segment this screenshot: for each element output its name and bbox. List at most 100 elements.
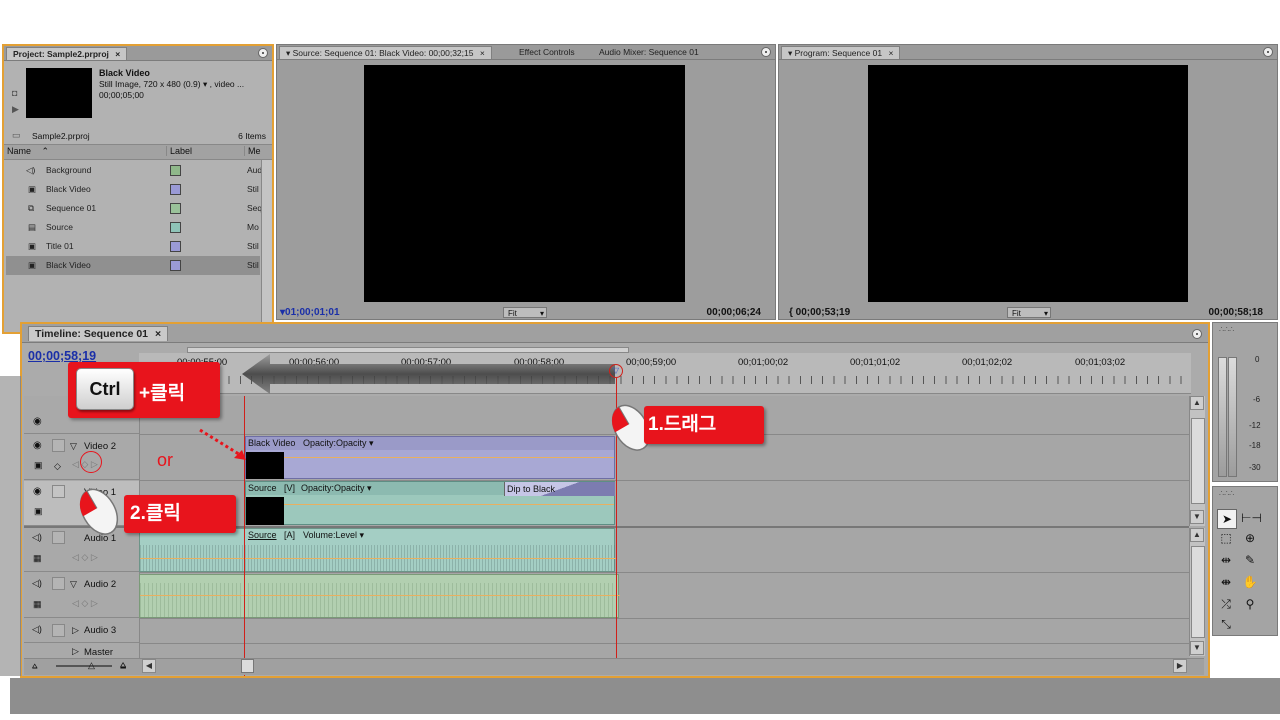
clip-black-video[interactable]: Black Video Opacity:Opacity ▾: [245, 436, 615, 479]
video-scrollbar[interactable]: ▲ ▼: [1189, 396, 1205, 526]
opacity-line[interactable]: [284, 457, 614, 458]
effect-select[interactable]: Opacity:Opacity ▾: [303, 438, 374, 449]
movie-icon: ▤: [28, 222, 37, 232]
zoom-slider-thumb[interactable]: △: [88, 660, 95, 671]
chevron-down-icon[interactable]: ▾: [203, 79, 210, 89]
list-item-selected[interactable]: ▣ Black Video Stil: [6, 256, 260, 275]
rolling-edit-tool-icon[interactable]: ⊕: [1241, 529, 1259, 547]
project-scrollbar[interactable]: [261, 160, 272, 330]
tab-audio-mixer[interactable]: Audio Mixer: Sequence 01: [593, 46, 705, 58]
chevron-down-icon[interactable]: ▾: [788, 48, 795, 58]
scroll-down-button[interactable]: ▼: [1190, 641, 1204, 655]
track-select-tool-icon[interactable]: ⊢⊣: [1241, 509, 1262, 527]
hand-tool-icon[interactable]: ✋: [1241, 573, 1259, 591]
list-item[interactable]: ▣ Title 01 Stil: [6, 237, 260, 256]
zoom-in-icon[interactable]: ⩠: [120, 660, 126, 671]
tab-project[interactable]: Project: Sample2.prproj ×: [6, 47, 128, 60]
item-name: Title 01: [46, 241, 74, 251]
waveform-icon[interactable]: ▦: [33, 553, 42, 564]
column-name[interactable]: Name ⌃: [7, 146, 49, 157]
selection-tool-icon[interactable]: ➤: [1217, 509, 1237, 529]
zoom-slider[interactable]: [56, 665, 112, 667]
display-style-icon[interactable]: ▣: [34, 460, 43, 471]
slide-tool-icon[interactable]: ⤡: [1217, 615, 1235, 633]
program-monitor-panel: ▾ Program: Sequence 01 × { 00;00;53;19 F…: [778, 44, 1278, 320]
speaker-icon[interactable]: ◁): [32, 578, 42, 589]
clip-source-video[interactable]: Source [V] Opacity:Opacity ▾ Dip to Blac…: [245, 481, 615, 525]
grip-icon[interactable]: ∴∴∴: [1219, 325, 1234, 334]
lock-toggle[interactable]: [52, 577, 65, 590]
scroll-up-button[interactable]: ▲: [1190, 396, 1204, 410]
expand-icon[interactable]: ▽: [70, 441, 77, 452]
ripple-edit-tool-icon[interactable]: ⬚: [1217, 529, 1235, 547]
scroll-left-button[interactable]: ◀: [142, 659, 156, 673]
scroll-right-button[interactable]: ▶: [1173, 659, 1187, 673]
list-item[interactable]: ⧉ Sequence 01 Seq: [6, 199, 262, 218]
pen-tool-icon[interactable]: ✎: [1241, 551, 1259, 569]
keyframe-nav[interactable]: ◁ ◇ ▷: [72, 552, 98, 563]
chevron-down-icon[interactable]: ▾: [286, 48, 293, 58]
camera-icon[interactable]: ◘: [12, 88, 17, 98]
column-label[interactable]: Label: [166, 146, 192, 156]
effect-select[interactable]: Opacity:Opacity ▾: [301, 483, 372, 494]
clip-background-audio[interactable]: [139, 574, 620, 618]
lock-toggle[interactable]: [52, 485, 65, 498]
lock-toggle[interactable]: [52, 531, 65, 544]
transition-dip-to-black[interactable]: Dip to Black: [504, 482, 615, 496]
scroll-up-button[interactable]: ▲: [1190, 528, 1204, 542]
effect-select[interactable]: Volume:Level ▾: [303, 530, 364, 541]
keyframe-nav[interactable]: ◁ ◇ ▷: [72, 598, 98, 609]
volume-line[interactable]: [140, 595, 620, 596]
expand-icon[interactable]: ▷: [72, 646, 79, 657]
zoom-out-icon[interactable]: ⩠: [32, 661, 37, 672]
close-icon[interactable]: ×: [480, 48, 485, 58]
scroll-thumb[interactable]: [1191, 418, 1205, 504]
expand-icon[interactable]: ▽: [70, 579, 77, 590]
eye-icon[interactable]: ◉: [33, 416, 42, 427]
panel-menu-button[interactable]: [761, 47, 771, 57]
eye-icon[interactable]: ◉: [33, 440, 42, 451]
list-item[interactable]: ◁) Background Aud: [6, 161, 262, 180]
keyframe-icon[interactable]: ◇: [54, 461, 61, 472]
grip-icon[interactable]: ∴∴∴: [1219, 489, 1234, 498]
close-icon[interactable]: ×: [888, 48, 893, 58]
column-media[interactable]: Me: [244, 146, 261, 156]
panel-menu-button[interactable]: [1192, 329, 1202, 339]
volume-line[interactable]: [140, 558, 616, 559]
display-style-icon[interactable]: ▣: [34, 506, 43, 517]
tab-program[interactable]: ▾ Program: Sequence 01 ×: [781, 46, 901, 59]
razor-tool-icon[interactable]: ⇼: [1217, 573, 1235, 591]
waveform-icon[interactable]: ▦: [33, 599, 42, 610]
scroll-thumb[interactable]: [1191, 546, 1205, 638]
tab-effect-controls[interactable]: Effect Controls: [513, 46, 581, 58]
fit-label: Fit: [1012, 309, 1021, 318]
panel-menu-button[interactable]: [258, 48, 268, 58]
lock-toggle[interactable]: [52, 439, 65, 452]
source-timecode-left[interactable]: ▾01;00;01;01: [280, 307, 340, 318]
tab-source[interactable]: ▾ Source: Sequence 01: Black Video: 00;0…: [279, 46, 492, 59]
slip-tool-icon[interactable]: ⤮: [1217, 595, 1235, 613]
lock-toggle[interactable]: [52, 624, 65, 637]
panel-menu-button[interactable]: [1263, 47, 1273, 57]
speaker-icon[interactable]: ◁): [32, 532, 42, 543]
audio-scrollbar[interactable]: ▲ ▼: [1189, 528, 1205, 656]
close-icon[interactable]: ×: [115, 49, 120, 59]
opacity-line[interactable]: [284, 504, 614, 505]
program-fit-select[interactable]: Fit ▾: [1007, 307, 1051, 318]
speaker-icon[interactable]: ◁): [32, 624, 42, 635]
rate-stretch-tool-icon[interactable]: ⇹: [1217, 551, 1235, 569]
expand-icon[interactable]: ▷: [72, 625, 79, 636]
scroll-down-button[interactable]: ▼: [1190, 510, 1204, 524]
tab-timeline[interactable]: Timeline: Sequence 01 ×: [28, 326, 169, 341]
list-item[interactable]: ▤ Source Mo: [6, 218, 260, 237]
play-icon[interactable]: ▶: [12, 104, 19, 115]
source-fit-select[interactable]: Fit ▾: [503, 307, 547, 318]
list-item[interactable]: ▣ Black Video Stil: [6, 180, 260, 199]
horizontal-scroll-thumb[interactable]: [241, 659, 254, 673]
close-icon[interactable]: ×: [155, 328, 161, 340]
clip-source-audio[interactable]: Source [A] Volume:Level ▾: [139, 528, 616, 572]
eye-icon[interactable]: ◉: [33, 486, 42, 497]
zoom-tool-icon[interactable]: ⚲: [1241, 595, 1259, 613]
timeline-current-time[interactable]: 00;00;58;19: [28, 349, 96, 363]
playhead-handle[interactable]: ▽: [609, 364, 623, 378]
